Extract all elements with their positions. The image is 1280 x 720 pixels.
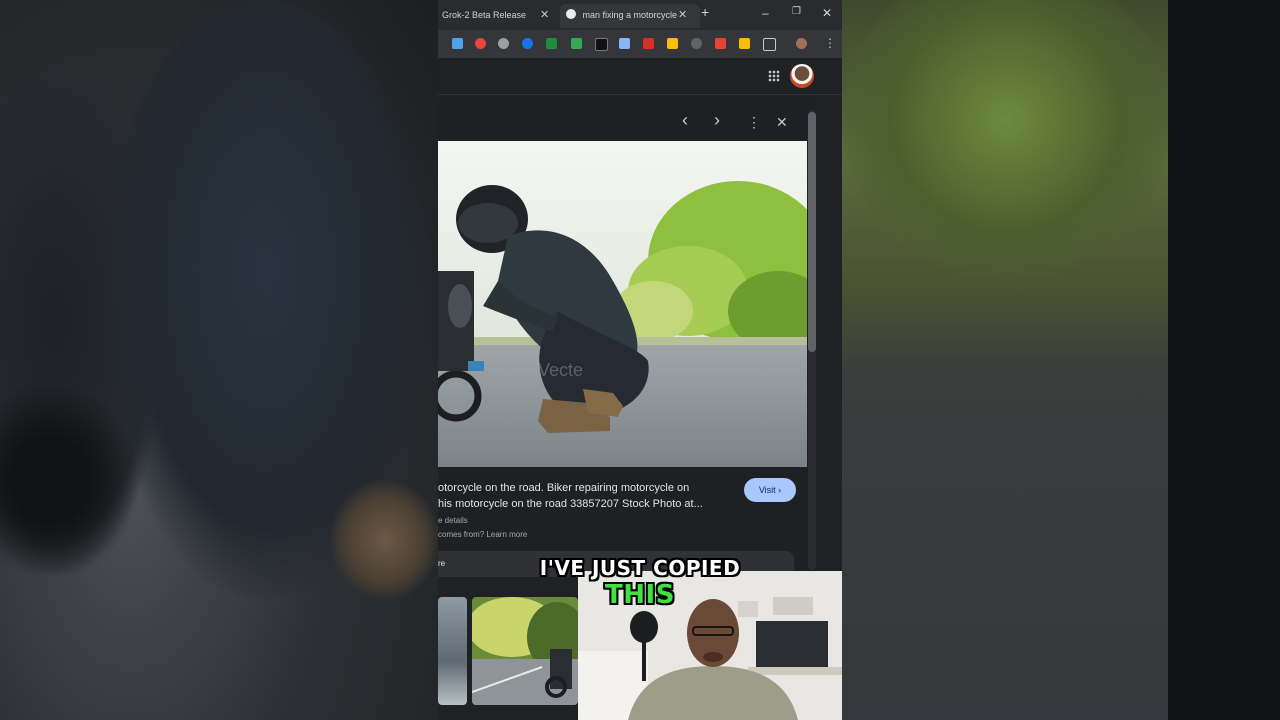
extension-icon[interactable] bbox=[546, 38, 557, 49]
description-line-1: otorcycle on the road. Biker repairing m… bbox=[438, 482, 690, 494]
close-window-button[interactable]: ✕ bbox=[822, 6, 832, 20]
preview-image[interactable]: Vecte bbox=[438, 141, 807, 467]
tab-bar: Grok-2 Beta Release ✕ man fixing a motor… bbox=[438, 0, 842, 30]
extension-icon[interactable] bbox=[691, 38, 702, 49]
image-description[interactable]: otorcycle on the road. Biker repairing m… bbox=[438, 480, 738, 512]
extension-icon[interactable] bbox=[619, 38, 630, 49]
tab-close-icon[interactable]: ✕ bbox=[540, 4, 549, 26]
close-preview-icon[interactable]: ✕ bbox=[776, 114, 788, 131]
visit-button[interactable]: Visit › bbox=[744, 478, 796, 502]
previous-image-icon[interactable]: ‹ bbox=[682, 110, 688, 131]
biker-repairing-motorcycle-image: Vecte bbox=[438, 141, 807, 467]
scrollbar-thumb[interactable] bbox=[808, 112, 816, 352]
more-options-icon[interactable]: ⋮ bbox=[747, 114, 761, 131]
related-image bbox=[472, 597, 578, 705]
related-thumbnail[interactable] bbox=[438, 597, 467, 705]
tab-close-icon[interactable]: ✕ bbox=[678, 4, 687, 26]
caption-line-2: THIS bbox=[605, 580, 675, 610]
related-thumbnail[interactable] bbox=[472, 597, 578, 705]
profile-avatar[interactable] bbox=[796, 38, 807, 49]
learn-more-link[interactable]: comes from? Learn more bbox=[438, 530, 527, 539]
browser-menu-icon[interactable]: ⋮ bbox=[824, 36, 836, 50]
blurred-background-right bbox=[842, 0, 1280, 720]
new-tab-button[interactable]: + bbox=[701, 4, 709, 20]
puzzle-icon[interactable] bbox=[763, 38, 776, 51]
chevron-right-icon: › bbox=[778, 485, 782, 495]
extension-icon[interactable] bbox=[739, 38, 750, 49]
caption-line-1: I'VE JUST COPIED bbox=[539, 556, 741, 580]
next-image-icon[interactable]: › bbox=[714, 110, 720, 131]
extension-icon[interactable] bbox=[475, 38, 486, 49]
extension-icon[interactable] bbox=[522, 38, 533, 49]
blurred-background-left bbox=[0, 0, 438, 720]
apps-grid-icon[interactable] bbox=[768, 70, 780, 82]
visit-label: Visit bbox=[758, 485, 776, 495]
extension-icon[interactable] bbox=[452, 38, 463, 49]
account-avatar[interactable] bbox=[790, 64, 814, 88]
extension-icon[interactable] bbox=[498, 38, 509, 49]
google-icon bbox=[566, 9, 576, 19]
extensions-toolbar: ⋮ bbox=[438, 30, 842, 58]
page-header bbox=[438, 58, 842, 95]
extension-icon[interactable] bbox=[595, 38, 608, 51]
extension-icon[interactable] bbox=[643, 38, 654, 49]
extension-icon[interactable] bbox=[715, 38, 726, 49]
image-details-link[interactable]: e details bbox=[438, 516, 468, 525]
extension-icon[interactable] bbox=[667, 38, 678, 49]
tab-grok-title: Grok-2 Beta Release bbox=[442, 10, 527, 20]
tab-image-search-title: man fixing a motorcycle bbox=[582, 10, 678, 20]
tab-image-search[interactable]: man fixing a motorcycle ✕ bbox=[560, 4, 700, 28]
minimize-button[interactable]: – bbox=[762, 6, 769, 20]
restore-button[interactable]: ❐ bbox=[792, 6, 801, 17]
tab-grok[interactable]: Grok-2 Beta Release ✕ bbox=[442, 4, 558, 28]
extension-icon[interactable] bbox=[571, 38, 582, 49]
description-line-2: his motorcycle on the road 33857207 Stoc… bbox=[438, 498, 703, 510]
stock-watermark: Vecte bbox=[538, 360, 583, 380]
